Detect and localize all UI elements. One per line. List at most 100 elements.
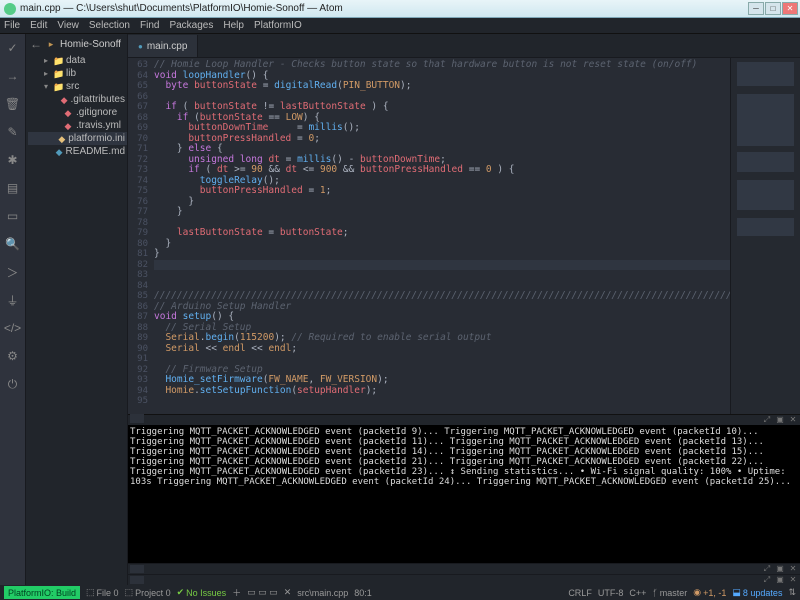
edit-icon[interactable]: ✎	[5, 124, 21, 140]
file-icon: ◆	[58, 134, 65, 144]
menu-help[interactable]: Help	[223, 20, 244, 31]
code-body[interactable]: // Homie Loop Handler - Checks button st…	[154, 58, 730, 414]
back-icon[interactable]: ←	[30, 37, 42, 51]
tree-label: .gitignore	[76, 107, 117, 118]
file-icon: ◆	[63, 108, 73, 118]
panel2-maximize-icon[interactable]: ⤢	[762, 564, 772, 574]
status-crlf[interactable]: CRLF	[568, 588, 592, 598]
tree-item--travis-yml[interactable]: ◆.travis.yml	[28, 119, 127, 132]
settings-icon[interactable]: ⚙	[5, 348, 21, 364]
panel-maximize-icon[interactable]: ⤢	[762, 415, 772, 425]
code-icon[interactable]: </>	[5, 320, 21, 336]
status-language[interactable]: C++	[629, 588, 646, 598]
collapsed-tab-3[interactable]	[130, 576, 144, 584]
status-build[interactable]: PlatformIO: Build	[4, 586, 80, 599]
folder-icon[interactable]: ▭	[5, 208, 21, 224]
tree-item-lib[interactable]: ▸📁lib	[28, 67, 127, 80]
status-file-count[interactable]: ⬚ File 0	[86, 587, 119, 598]
file-tree: ← ▸ Homie-Sonoff ▸📁data▸📁lib▾📁src◆.gitat…	[26, 34, 128, 585]
tree-label: platformio.ini	[68, 133, 125, 144]
status-encoding[interactable]: UTF-8	[598, 588, 624, 598]
terminal-header: ⤢ ▣ ✕	[128, 415, 800, 425]
file-icon: ◆	[56, 147, 63, 157]
power-icon[interactable]: ⏻	[5, 376, 21, 392]
menu-view[interactable]: View	[57, 20, 79, 31]
window-title: main.cpp — C:\Users\shut\Documents\Platf…	[20, 3, 343, 14]
cpp-file-icon: ●	[138, 42, 143, 51]
file-icon: ◆	[63, 121, 73, 131]
tree-label: lib	[66, 68, 76, 79]
serial-icon[interactable]: ⏚	[5, 292, 21, 308]
line-gutter: 6364656667686970717273747576777879808182…	[128, 58, 154, 414]
tree-label: src	[66, 81, 79, 92]
project-folder-icon: ▸	[46, 39, 56, 49]
tree-item--gitattributes[interactable]: ◆.gitattributes	[28, 93, 127, 106]
project-name: Homie-Sonoff	[60, 39, 121, 50]
collapsed-tab-2[interactable]	[130, 565, 144, 573]
panel3-close-icon[interactable]: ✕	[788, 575, 798, 585]
search-icon[interactable]: 🔍	[5, 236, 21, 252]
collapsed-panel-3[interactable]: ⤢ ▣ ✕	[128, 574, 800, 585]
tree-item-README-md[interactable]: ◆README.md	[28, 145, 127, 158]
status-git-branch[interactable]: ᚶ master	[652, 588, 687, 598]
panel2-popout-icon[interactable]: ▣	[775, 564, 785, 574]
workspace: ✓ → 🗑 ✎ ✱ ▤ ▭ 🔍 ＞ ⏚ </> ⚙ ⏻ ← ▸ Homie-So…	[0, 34, 800, 585]
tree-label: data	[66, 55, 85, 66]
status-linter[interactable]: ✔ No Issues	[177, 587, 227, 598]
menu-packages[interactable]: Packages	[169, 20, 213, 31]
panel-close-icon[interactable]: ✕	[788, 415, 798, 425]
maximize-button[interactable]: □	[765, 2, 781, 15]
tree-item--gitignore[interactable]: ◆.gitignore	[28, 106, 127, 119]
menu-edit[interactable]: Edit	[30, 20, 47, 31]
menu-find[interactable]: Find	[140, 20, 159, 31]
editor-pane: ● main.cpp 63646566676869707172737475767…	[128, 34, 800, 585]
panel3-maximize-icon[interactable]: ⤢	[762, 575, 772, 585]
text-editor[interactable]: 6364656667686970717273747576777879808182…	[128, 58, 800, 414]
menu-platformio[interactable]: PlatformIO	[254, 20, 302, 31]
status-git-diff[interactable]: ◉ +1, -1	[693, 587, 726, 598]
file-icon: 📁	[53, 82, 63, 92]
status-cursor-pos[interactable]: 80:1	[354, 588, 372, 598]
window-controls: ─ □ ✕	[747, 2, 798, 15]
panel3-popout-icon[interactable]: ▣	[775, 575, 785, 585]
status-fetch-icon[interactable]: ⇅	[788, 587, 796, 598]
tree-label: .gitattributes	[71, 94, 125, 105]
menu-file[interactable]: File	[4, 20, 20, 31]
tree-item-platformio-ini[interactable]: ◆platformio.ini	[28, 132, 127, 145]
status-add-terminal[interactable]: ＋	[232, 586, 241, 599]
tree-item-data[interactable]: ▸📁data	[28, 54, 127, 67]
status-bar: PlatformIO: Build ⬚ File 0 ⬚ Project 0 ✔…	[0, 585, 800, 600]
minimize-button[interactable]: ─	[748, 2, 764, 15]
status-terminals[interactable]: ▭ ▭ ▭	[247, 587, 278, 598]
status-updates[interactable]: ⬓ 8 updates	[732, 587, 782, 598]
bug-icon[interactable]: ✱	[5, 152, 21, 168]
trash-icon[interactable]: 🗑	[5, 96, 21, 112]
menu-selection[interactable]: Selection	[89, 20, 130, 31]
bottom-panels: ⤢ ▣ ✕ Triggering MQTT_PACKET_ACKNOWLEDGE…	[128, 414, 800, 585]
file-icon: 📁	[53, 69, 63, 79]
terminal-output[interactable]: Triggering MQTT_PACKET_ACKNOWLEDGED even…	[128, 425, 800, 563]
tab-main-cpp[interactable]: ● main.cpp	[128, 35, 198, 57]
status-filepath: src\main.cpp	[297, 588, 348, 598]
terminal-icon[interactable]: ＞	[5, 264, 21, 280]
minimap[interactable]	[730, 58, 800, 414]
status-close-terminals[interactable]: ✕	[284, 587, 292, 598]
collapsed-panel-2[interactable]: ⤢ ▣ ✕	[128, 563, 800, 574]
tree-item-src[interactable]: ▾📁src	[28, 80, 127, 93]
terminal-tab-1[interactable]	[130, 414, 144, 423]
project-header[interactable]: ← ▸ Homie-Sonoff	[26, 34, 127, 54]
tree-label: .travis.yml	[76, 120, 121, 131]
panel2-close-icon[interactable]: ✕	[788, 564, 798, 574]
tab-bar: ● main.cpp	[128, 34, 800, 58]
tab-label: main.cpp	[147, 41, 188, 52]
check-icon[interactable]: ✓	[5, 40, 21, 56]
new-file-icon[interactable]: ▤	[5, 180, 21, 196]
tree-label: README.md	[66, 146, 125, 157]
atom-icon	[4, 3, 16, 15]
close-button[interactable]: ✕	[782, 2, 798, 15]
status-project-count[interactable]: ⬚ Project 0	[125, 587, 171, 598]
tool-bar: ✓ → 🗑 ✎ ✱ ▤ ▭ 🔍 ＞ ⏚ </> ⚙ ⏻	[0, 34, 26, 585]
window-titlebar: main.cpp — C:\Users\shut\Documents\Platf…	[0, 0, 800, 18]
arrow-right-icon[interactable]: →	[5, 68, 21, 84]
panel-popout-icon[interactable]: ▣	[775, 415, 785, 425]
